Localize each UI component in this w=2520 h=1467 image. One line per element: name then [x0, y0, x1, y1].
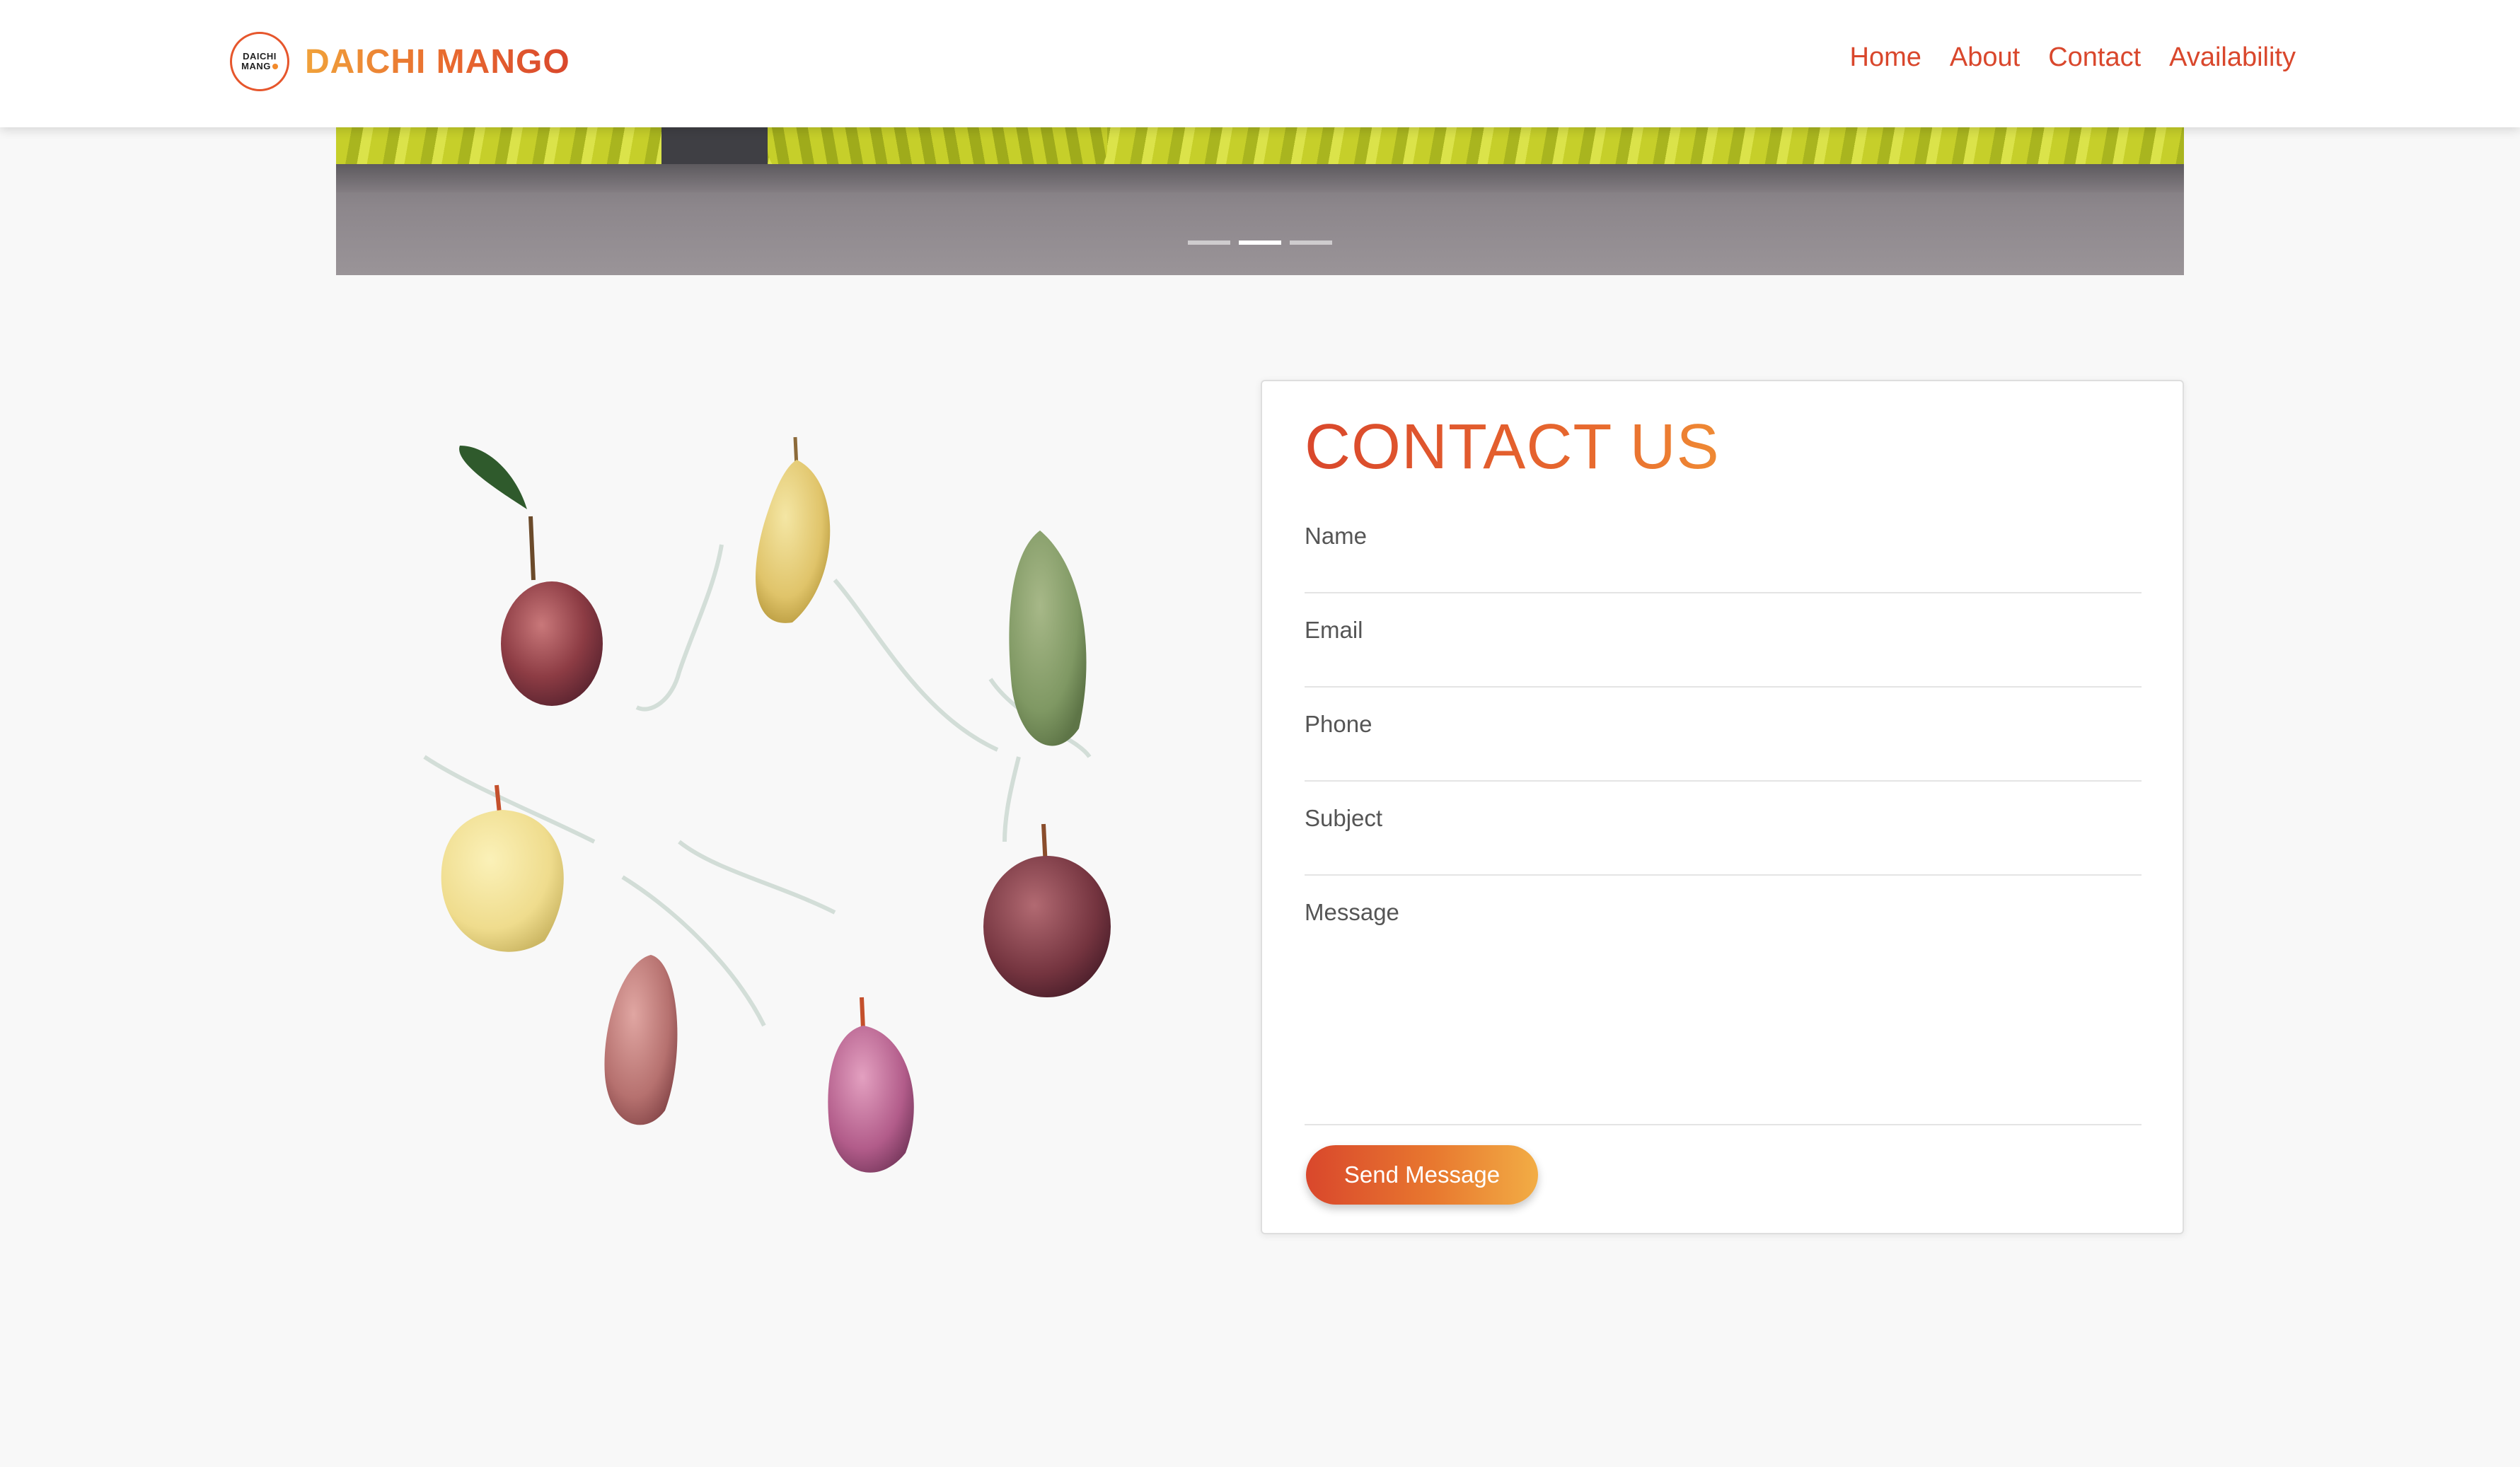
- email-field: Email: [1305, 617, 2142, 688]
- phone-field: Phone: [1305, 711, 2142, 782]
- phone-input[interactable]: [1305, 745, 2142, 771]
- nav-about[interactable]: About: [1950, 42, 2020, 73]
- brand[interactable]: DAICHI MANG DAICHI MANGO: [230, 32, 570, 91]
- name-field: Name: [1305, 523, 2142, 593]
- brand-name[interactable]: DAICHI MANGO: [305, 42, 570, 81]
- slider-indicators: [1188, 240, 1332, 245]
- send-message-button[interactable]: Send Message: [1306, 1145, 1538, 1205]
- slider-dot-2[interactable]: [1239, 240, 1281, 245]
- name-label: Name: [1305, 523, 1368, 549]
- subject-label: Subject: [1305, 805, 1383, 831]
- mango-magenta: [828, 997, 914, 1173]
- message-field: Message: [1305, 899, 2142, 1125]
- contact-title: CONTACT US: [1305, 412, 1720, 482]
- brand-logo: DAICHI MANG: [230, 32, 289, 91]
- subject-input[interactable]: [1305, 839, 2142, 865]
- mango-pink: [604, 955, 678, 1125]
- mango-red-leaf: [459, 446, 603, 706]
- mango-varieties-image: [423, 436, 1111, 1173]
- mango-purple: [983, 823, 1111, 997]
- slider-dot-1[interactable]: [1188, 240, 1230, 245]
- hero-image-box-edge: [336, 164, 2184, 192]
- slider-dot-3[interactable]: [1290, 240, 1332, 245]
- logo-line-2: MANG: [241, 62, 278, 71]
- message-label: Message: [1305, 899, 1399, 925]
- mango-green: [1009, 530, 1087, 746]
- message-input[interactable]: [1305, 933, 2142, 1110]
- contact-form-card: CONTACT US Name Email Phone Subject Mess…: [1261, 380, 2184, 1234]
- email-input[interactable]: [1305, 651, 2142, 677]
- name-input[interactable]: [1305, 557, 2142, 583]
- email-label: Email: [1305, 617, 1363, 643]
- main-nav: Home About Contact Availability: [1850, 42, 2296, 73]
- subject-field: Subject: [1305, 805, 2142, 876]
- logo-line-1: DAICHI: [243, 51, 277, 62]
- hero-slider: [336, 127, 2184, 275]
- nav-home[interactable]: Home: [1850, 42, 1921, 73]
- nav-availability[interactable]: Availability: [2169, 42, 2296, 73]
- mango-yellow: [756, 436, 831, 623]
- phone-label: Phone: [1305, 711, 1372, 737]
- nav-contact[interactable]: Contact: [2048, 42, 2141, 73]
- hero-image-rope: [336, 127, 2184, 170]
- mango-pale-yellow: [441, 784, 564, 952]
- navbar: DAICHI MANG DAICHI MANGO Home About Cont…: [0, 0, 2520, 127]
